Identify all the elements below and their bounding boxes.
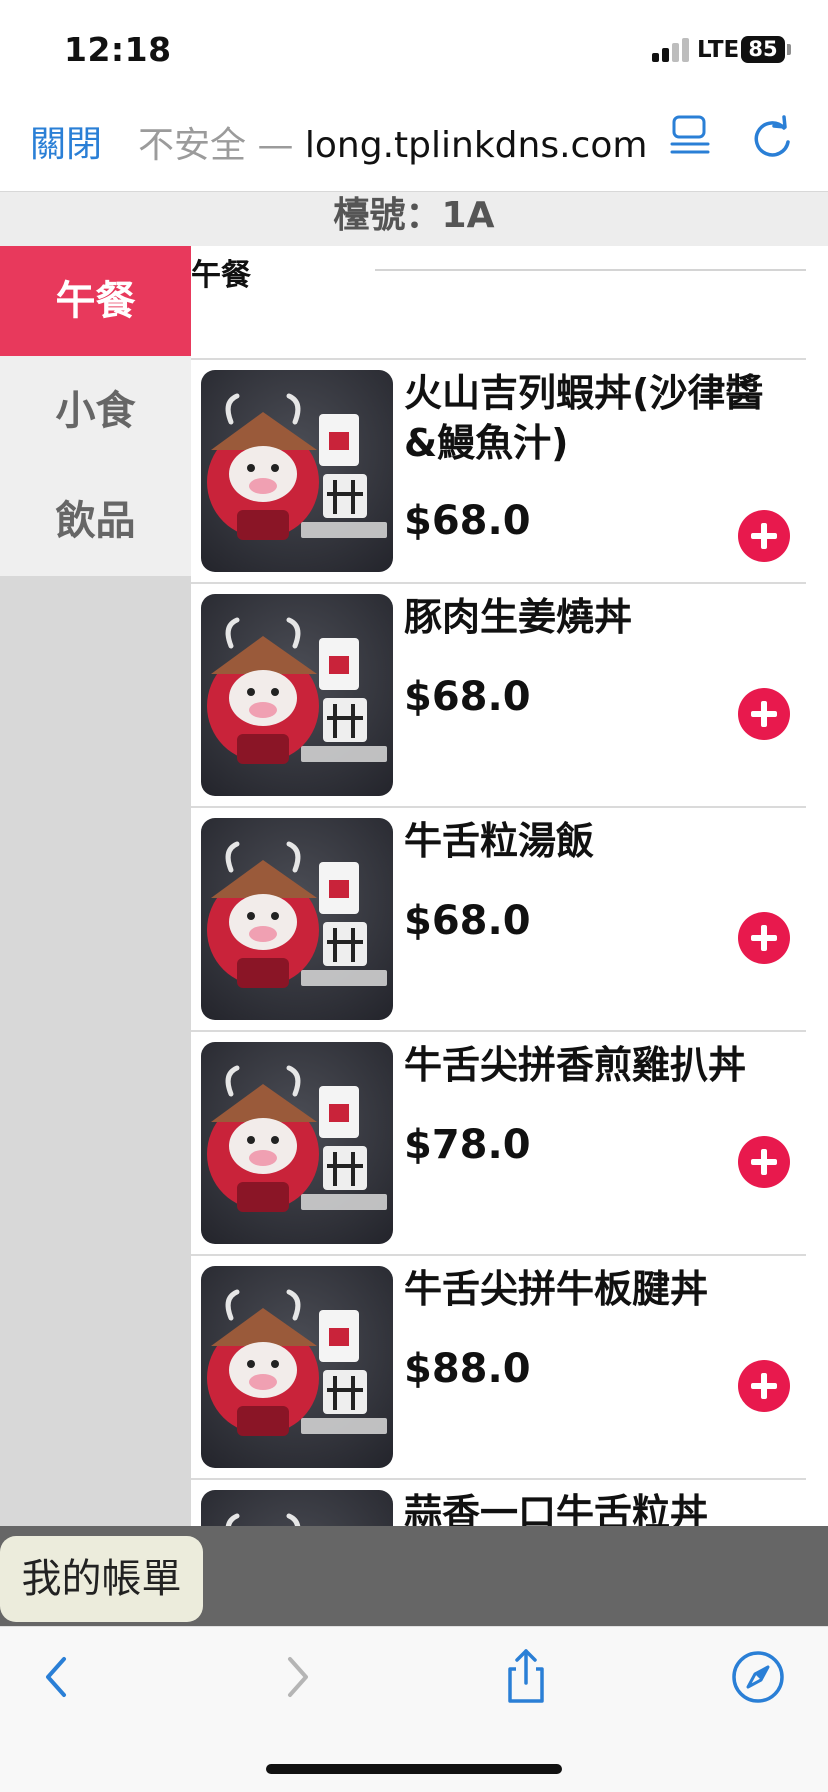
food-thumbnail-image: 牛タン専門店 [201, 1266, 393, 1468]
menu-item-name: 豚肉生姜燒丼 [404, 595, 633, 639]
menu-item[interactable]: 牛タン専門店牛舌尖拼牛板腱丼 $88.0 [191, 1254, 806, 1478]
browser-toolbar: 關閉 不安全 — long.tplinkdns.com [0, 100, 828, 192]
menu-item-thumbnail: 牛タン専門店 [201, 818, 393, 1020]
menu-item-name: 牛舌尖拼牛板腱丼 [404, 1267, 709, 1311]
share-icon[interactable] [496, 1647, 556, 1707]
table-number-header: 檯號：1A [0, 192, 828, 246]
food-thumbnail-image: 牛タン専門店 [201, 370, 393, 572]
my-bill-button[interactable]: 我的帳單 [0, 1536, 203, 1622]
add-to-cart-button[interactable] [738, 912, 790, 964]
food-thumbnail-image: 牛タン専門店 [201, 818, 393, 1020]
menu-item-thumbnail: 牛タン専門店 [201, 370, 393, 572]
battery-icon: 85 [741, 36, 785, 63]
menu-item-name: 牛舌粒湯飯 [404, 819, 595, 863]
battery-level: 85 [748, 37, 778, 61]
menu-item-thumbnail: 牛タン専門店 [201, 1266, 393, 1468]
add-to-cart-button[interactable] [738, 510, 790, 562]
close-button[interactable]: 關閉 [30, 115, 102, 167]
menu-item[interactable]: 牛タン専門店牛舌尖拼香煎雞扒丼 $78.0 [191, 1030, 806, 1254]
insecure-label: 不安全 — [138, 125, 305, 166]
reload-icon[interactable] [748, 114, 796, 162]
battery-cap [787, 44, 791, 55]
section-divider [375, 269, 806, 271]
menu-item-price: $88.0 [404, 1346, 531, 1392]
food-thumbnail-image: 牛タン専門店 [201, 1042, 393, 1244]
menu-item-thumbnail: 牛タン専門店 [201, 1042, 393, 1244]
menu-item-name: 蒜香一口牛舌粒丼 [404, 1491, 709, 1526]
status-time: 12:18 [64, 30, 172, 69]
reader-icon[interactable] [668, 114, 712, 160]
menu-item[interactable]: 牛タン専門店蒜香一口牛舌粒丼 [191, 1478, 806, 1526]
menu-item-thumbnail: 牛タン専門店 [201, 1490, 393, 1526]
menu-item-name: 牛舌尖拼香煎雞扒丼 [404, 1043, 747, 1087]
category-snacks[interactable]: 小食 [0, 356, 191, 466]
table-number: 檯號：1A [333, 195, 495, 236]
category-sidebar: 午餐 小食 飲品 [0, 246, 191, 1526]
menu-item-price: $68.0 [404, 498, 531, 544]
menu-item-thumbnail: 牛タン専門店 [201, 594, 393, 796]
category-drinks[interactable]: 飲品 [0, 466, 191, 576]
menu-item-price: $78.0 [404, 1122, 531, 1168]
menu-item-price: $68.0 [404, 674, 531, 720]
signal-icon [652, 38, 690, 62]
menu-item[interactable]: 牛タン専門店牛舌粒湯飯 $68.0 [191, 806, 806, 1030]
network-type: LTE [697, 37, 740, 63]
status-bar: 12:18 LTE 85 [0, 0, 828, 100]
food-thumbnail-image: 牛タン専門店 [201, 594, 393, 796]
home-indicator [266, 1764, 562, 1774]
bill-bar: 我的帳單 [0, 1526, 828, 1626]
compass-icon[interactable] [728, 1647, 788, 1707]
add-to-cart-button[interactable] [738, 1360, 790, 1412]
food-thumbnail-image: 牛タン専門店 [201, 1490, 393, 1526]
add-to-cart-button[interactable] [738, 688, 790, 740]
address-bar[interactable]: 不安全 — long.tplinkdns.com [138, 116, 658, 168]
url-host: long.tplinkdns.com [304, 125, 648, 166]
menu-item[interactable]: 牛タン専門店豚肉生姜燒丼 $68.0 [191, 582, 806, 806]
forward-icon[interactable] [266, 1647, 326, 1707]
add-to-cart-button[interactable] [738, 1136, 790, 1188]
menu-item-name: 火山吉列蝦丼(沙律醬&鰻魚汁) [404, 371, 764, 465]
section-title: 午餐 [191, 258, 251, 293]
category-lunch[interactable]: 午餐 [0, 246, 191, 356]
menu-item-price: $68.0 [404, 898, 531, 944]
menu-item[interactable]: 牛タン専門店火山吉列蝦丼(沙律醬&鰻魚汁) $68.0 [191, 358, 806, 582]
back-icon[interactable] [28, 1647, 88, 1707]
menu-list: 午餐 牛タン専門店火山吉列蝦丼(沙律醬&鰻魚汁)$68.0牛タン専門店豚肉生姜燒… [191, 246, 828, 1526]
